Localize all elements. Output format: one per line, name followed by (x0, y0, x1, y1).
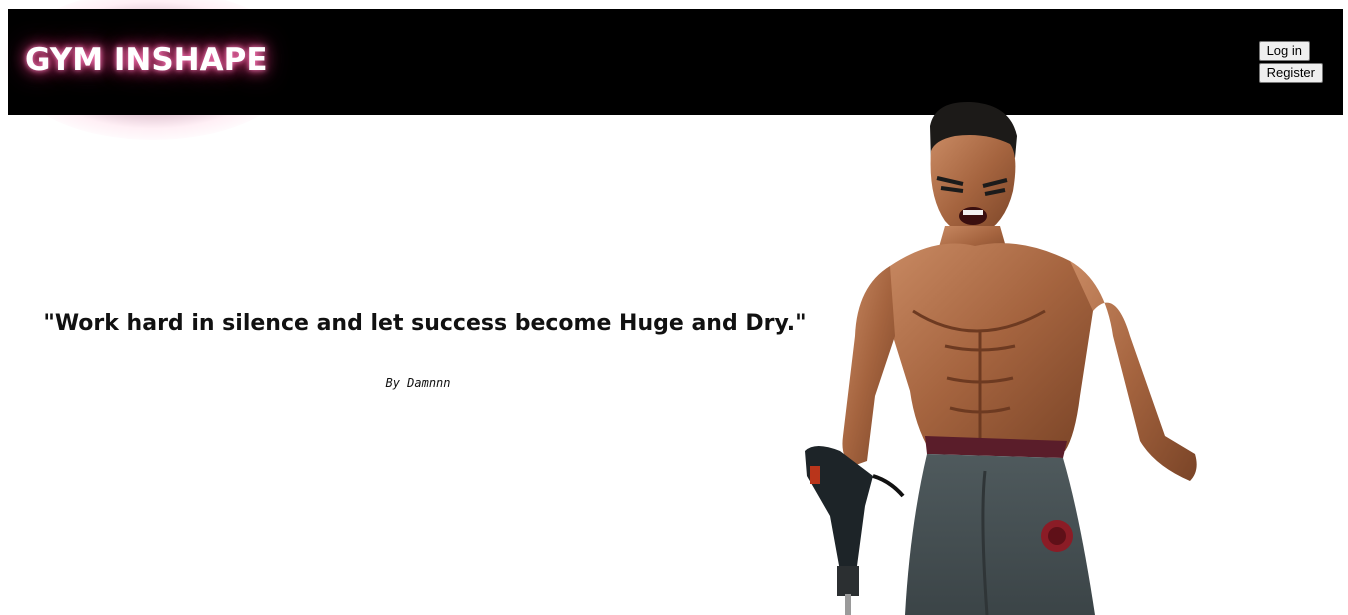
register-button[interactable]: Register (1258, 63, 1323, 83)
quote-author: By Damnnn (385, 376, 451, 390)
hero-quote: "Work hard in silence and let success be… (43, 311, 807, 336)
auth-buttons: Log in Register (1258, 41, 1323, 83)
login-button[interactable]: Log in (1258, 41, 1310, 61)
page: GYM INSHAPE Log in Register "Work hard i… (0, 0, 1348, 615)
top-margin (0, 0, 1348, 9)
site-logo[interactable]: GYM INSHAPE (25, 42, 268, 78)
athlete-image (805, 101, 1197, 615)
